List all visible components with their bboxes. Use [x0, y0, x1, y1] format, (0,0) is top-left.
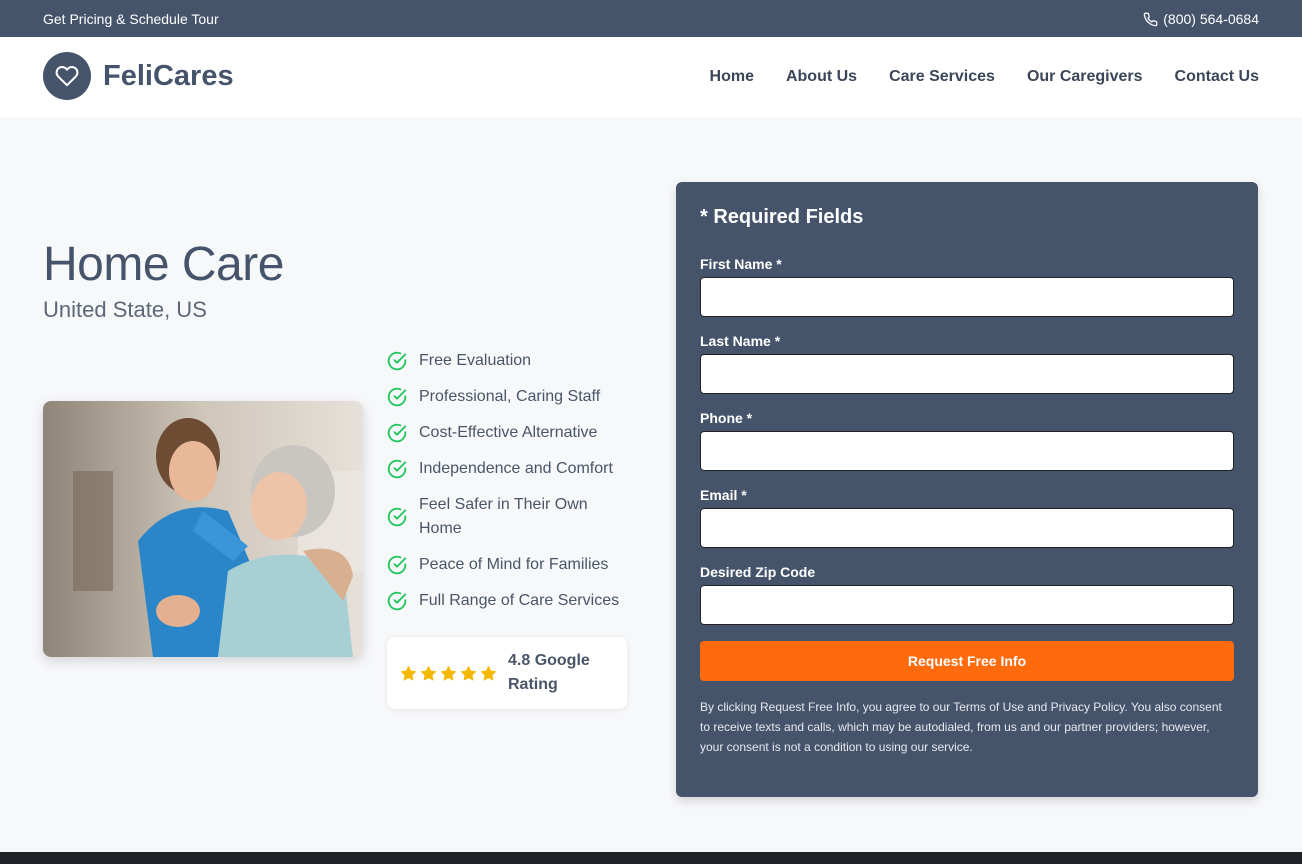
feature-label: Cost-Effective Alternative — [419, 424, 598, 441]
email-group: Email * — [700, 487, 1234, 548]
list-item: Feel Safer in Their Own Home — [387, 493, 627, 541]
nav-menu: Home About Us Care Services Our Caregive… — [710, 68, 1259, 86]
feature-list: Free Evaluation Professional, Caring Sta… — [387, 349, 627, 625]
star-icon — [420, 665, 437, 681]
feature-label: Peace of Mind for Families — [419, 556, 609, 573]
google-rating-card: 4.8 Google Rating — [387, 637, 627, 709]
zip-code-label: Desired Zip Code — [700, 564, 816, 580]
email-label: Email * — [700, 487, 747, 503]
rating-text: 4.8 Google Rating — [508, 652, 590, 693]
phone-group: Phone * — [700, 410, 1234, 471]
check-circle-icon — [387, 387, 407, 407]
check-circle-icon — [387, 459, 407, 479]
pricing-tour-link[interactable]: Get Pricing & Schedule Tour — [43, 11, 219, 27]
list-item: Peace of Mind for Families — [387, 553, 627, 577]
check-circle-icon — [387, 591, 407, 611]
request-free-info-button[interactable]: Request Free Info — [700, 641, 1234, 681]
first-name-label: First Name * — [700, 256, 782, 272]
form-heading: * Required Fields — [700, 206, 864, 228]
page-title: Home Care — [43, 238, 284, 291]
last-name-field[interactable] — [700, 354, 1234, 394]
rating-stars — [399, 664, 498, 683]
list-item: Free Evaluation — [387, 349, 627, 373]
caregiver-photo — [43, 401, 363, 657]
feature-label: Professional, Caring Staff — [419, 388, 601, 405]
nav-item-our-caregivers[interactable]: Our Caregivers — [1027, 68, 1143, 86]
star-icon — [460, 665, 477, 681]
top-bar: Get Pricing & Schedule Tour (800) 564-06… — [0, 0, 1302, 37]
feature-label: Full Range of Care Services — [419, 592, 620, 609]
check-circle-icon — [387, 507, 407, 527]
last-name-group: Last Name * — [700, 333, 1234, 394]
request-info-form: * Required Fields First Name * Last Name… — [676, 182, 1258, 797]
main-nav: FeliCares Home About Us Care Services Ou… — [0, 37, 1302, 117]
phone-number: (800) 564-0684 — [1163, 11, 1259, 27]
first-name-field[interactable] — [700, 277, 1234, 317]
star-icon — [400, 665, 417, 681]
feature-label: Free Evaluation — [419, 352, 532, 369]
phone-link[interactable]: (800) 564-0684 — [1143, 11, 1259, 27]
phone-label: Phone * — [700, 410, 753, 426]
list-item: Professional, Caring Staff — [387, 385, 627, 409]
phone-icon — [1143, 12, 1158, 26]
nav-item-home[interactable]: Home — [710, 68, 754, 86]
first-name-group: First Name * — [700, 256, 1234, 317]
phone-field[interactable] — [700, 431, 1234, 471]
hero-section: Home Care United State, US Free Evaluati… — [0, 117, 1302, 852]
nav-item-care-services[interactable]: Care Services — [889, 68, 995, 86]
last-name-label: Last Name * — [700, 333, 781, 349]
feature-label: Feel Safer in Their Own Home — [419, 496, 588, 537]
window-bottom-edge — [0, 852, 1302, 864]
star-icon — [480, 665, 497, 681]
zip-code-group: Desired Zip Code — [700, 564, 1234, 625]
logo-badge — [43, 52, 91, 100]
check-circle-icon — [387, 555, 407, 575]
heart-icon — [55, 66, 79, 87]
check-circle-icon — [387, 351, 407, 371]
brand-logo[interactable]: FeliCares — [43, 52, 234, 100]
email-field[interactable] — [700, 508, 1234, 548]
list-item: Cost-Effective Alternative — [387, 421, 627, 445]
brand-name: FeliCares — [103, 59, 234, 92]
consent-disclaimer: By clicking Request Free Info, you agree… — [700, 700, 1222, 754]
check-circle-icon — [387, 423, 407, 443]
zip-code-field[interactable] — [700, 585, 1234, 625]
page-subtitle: United State, US — [43, 297, 207, 322]
nav-item-about-us[interactable]: About Us — [786, 68, 857, 86]
nav-item-contact-us[interactable]: Contact Us — [1175, 68, 1259, 86]
list-item: Full Range of Care Services — [387, 589, 627, 613]
star-icon — [440, 665, 457, 681]
feature-label: Independence and Comfort — [419, 460, 613, 477]
list-item: Independence and Comfort — [387, 457, 627, 481]
